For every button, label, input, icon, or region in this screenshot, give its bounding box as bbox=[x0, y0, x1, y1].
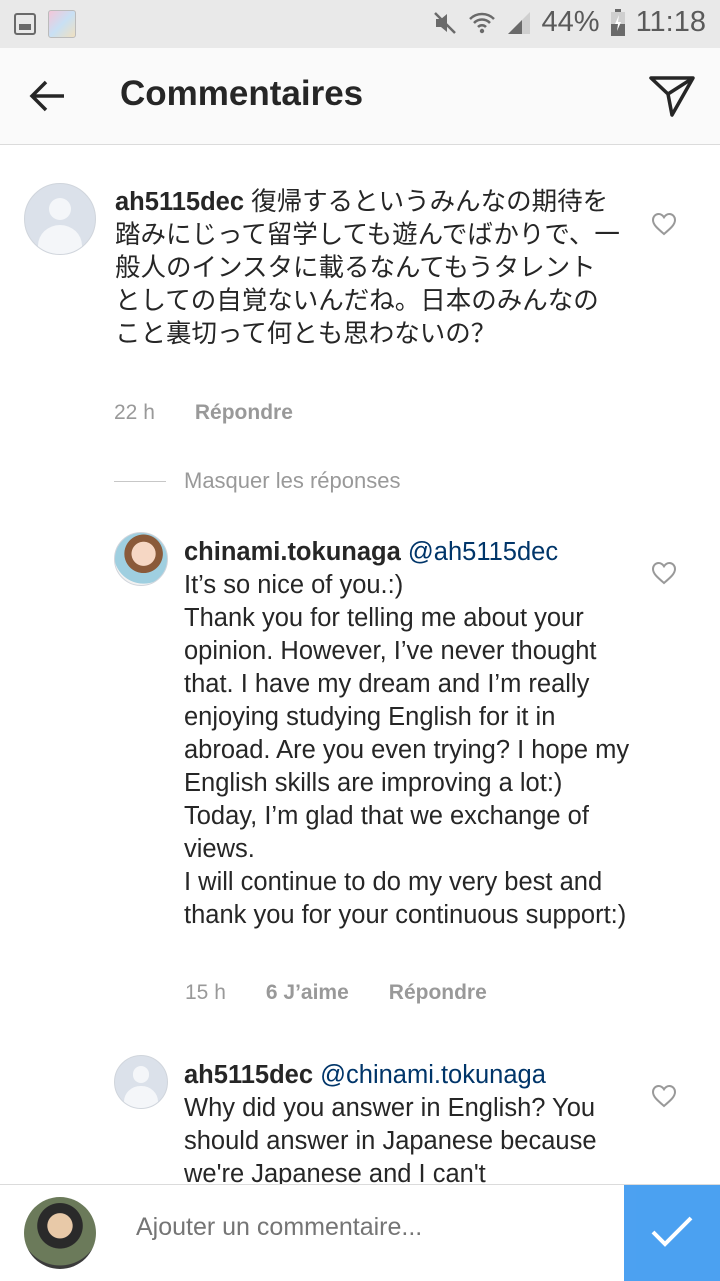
avatar[interactable] bbox=[24, 183, 96, 255]
hide-replies-toggle[interactable]: Masquer les réponses bbox=[114, 468, 400, 494]
reply-meta: 15 h 6 J’aime Répondre bbox=[185, 981, 487, 1005]
reply-body: Why did you answer in English? You shoul… bbox=[184, 1094, 597, 1184]
avatar bbox=[24, 1197, 96, 1269]
hide-replies-label: Masquer les réponses bbox=[184, 468, 401, 493]
avatar[interactable] bbox=[114, 1055, 168, 1109]
checkmark-icon bbox=[651, 1216, 693, 1247]
reply-button[interactable]: Répondre bbox=[389, 981, 487, 1005]
comment-composer bbox=[0, 1184, 720, 1281]
send-icon[interactable] bbox=[648, 74, 696, 118]
comment-meta: 22 h Répondre bbox=[114, 401, 293, 425]
header: Commentaires bbox=[0, 48, 720, 145]
comment-text: ah5115dec 復帰するというみんなの期待を踏みにじって留学しても遊んでばか… bbox=[115, 186, 620, 351]
battery-level: 44% bbox=[541, 6, 600, 38]
clock: 11:18 bbox=[635, 6, 706, 38]
status-bar: 44% 11:18 bbox=[0, 0, 720, 48]
mention-link[interactable]: @chinami.tokunaga bbox=[320, 1061, 546, 1089]
reply-time: 15 h bbox=[185, 981, 226, 1004]
reply-username[interactable]: ah5115dec bbox=[184, 1061, 313, 1089]
battery-icon bbox=[610, 8, 625, 36]
divider bbox=[114, 480, 166, 482]
comment-time: 22 h bbox=[114, 401, 155, 424]
signal-icon bbox=[507, 11, 530, 34]
reply-text: ah5115dec @chinami.tokunaga Why did you a… bbox=[184, 1059, 634, 1184]
heart-icon[interactable] bbox=[651, 561, 677, 585]
post-button[interactable] bbox=[624, 1185, 720, 1281]
wifi-icon bbox=[468, 12, 495, 33]
likes-count[interactable]: 6 J’aime bbox=[266, 981, 349, 1005]
reply-button[interactable]: Répondre bbox=[195, 401, 293, 425]
avatar[interactable] bbox=[114, 532, 168, 586]
page-title: Commentaires bbox=[120, 74, 364, 113]
heart-icon[interactable] bbox=[651, 1084, 677, 1108]
mute-icon bbox=[433, 11, 456, 34]
reply-text: chinami.tokunaga @ah5115dec It’s so nice… bbox=[184, 536, 634, 932]
thumbnail-icon bbox=[48, 10, 76, 38]
gallery-icon bbox=[14, 13, 36, 35]
reply-body: It’s so nice of you.:) Thank you for tel… bbox=[184, 571, 630, 929]
heart-icon[interactable] bbox=[651, 212, 677, 236]
mention-link[interactable]: @ah5115dec bbox=[408, 538, 558, 566]
back-arrow-icon[interactable] bbox=[28, 78, 68, 114]
comment-input[interactable] bbox=[136, 1213, 606, 1242]
reply-username[interactable]: chinami.tokunaga bbox=[184, 538, 401, 566]
comment-username[interactable]: ah5115dec bbox=[115, 188, 244, 216]
